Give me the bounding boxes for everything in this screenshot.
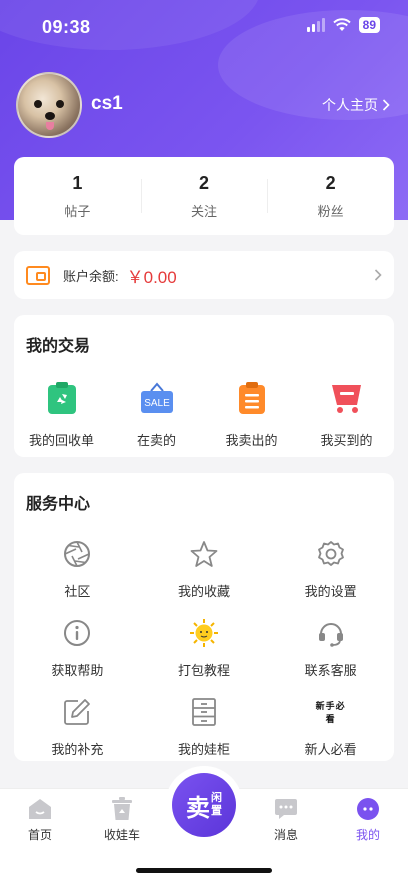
personal-homepage-link[interactable]: 个人主页 <box>322 95 390 115</box>
service-item-label: 获取帮助 <box>51 663 104 678</box>
stat-label: 帖子 <box>64 203 91 219</box>
headset-icon <box>316 618 346 648</box>
service-item-label: 联系客服 <box>304 663 357 678</box>
trade-item-label: 我买到的 <box>320 433 373 448</box>
stat-followers[interactable]: 2 粉丝 <box>267 173 394 220</box>
service-item-label: 我的娃柜 <box>177 742 230 757</box>
sell-button-wrapper: 卖 闲 置 <box>165 766 243 844</box>
trade-item-on-sale[interactable]: SALE 在卖的 <box>109 381 204 449</box>
sell-button-sub-bottom: 置 <box>211 805 222 817</box>
stat-label: 关注 <box>191 203 218 219</box>
stat-value: 1 <box>72 172 83 193</box>
service-item-label: 新人必看 <box>304 742 357 757</box>
account-balance-row[interactable]: 账户余额: ￥0.00 <box>14 251 394 299</box>
status-time: 09:38 <box>42 17 91 37</box>
tab-home[interactable]: 首页 <box>10 797 70 843</box>
service-center-section: 服务中心 社区 我的收藏 我的设置 获取帮助 打包教程 联系客服 我的补充 我的… <box>14 473 394 761</box>
stat-following[interactable]: 2 关注 <box>140 172 268 220</box>
chevron-right-icon <box>382 99 390 111</box>
avatar-eye <box>56 100 64 108</box>
newbie-script-text: 新手必看 <box>315 702 346 725</box>
battery-indicator: 89 <box>358 17 380 33</box>
wallet-icon <box>26 265 50 285</box>
avatar-nose <box>45 112 55 120</box>
trade-item-label: 我卖出的 <box>225 433 278 448</box>
newbie-script-icon: 新手必看 <box>316 697 346 727</box>
service-item-label: 我的补充 <box>51 742 104 757</box>
tab-label: 收娃车 <box>103 828 140 842</box>
clipboard-list-icon <box>238 382 265 414</box>
status-icons: 89 <box>306 17 380 33</box>
service-item-supplement[interactable]: 我的补充 <box>14 697 141 758</box>
sell-idle-button[interactable]: 卖 闲 置 <box>172 773 236 837</box>
service-item-packing-tutorial[interactable]: 打包教程 <box>141 618 268 679</box>
stat-value: 2 <box>325 172 336 193</box>
sun-face-icon <box>189 618 219 648</box>
service-item-favorites[interactable]: 我的收藏 <box>141 539 268 600</box>
tab-label: 首页 <box>27 828 52 842</box>
section-title: 我的交易 <box>26 338 91 355</box>
recycle-bin-icon <box>109 797 135 821</box>
tab-messages[interactable]: 消息 <box>256 797 316 843</box>
sale-sign-icon: SALE <box>140 382 173 413</box>
star-icon <box>189 539 219 569</box>
aperture-icon <box>62 539 92 569</box>
tab-label: 我的 <box>355 828 380 842</box>
chevron-right-icon <box>374 269 382 281</box>
service-item-newbie-guide[interactable]: 新手必看 新人必看 <box>267 697 394 758</box>
info-icon <box>62 618 92 648</box>
balance-value: ￥0.00 <box>126 267 177 287</box>
service-item-doll-cabinet[interactable]: 我的娃柜 <box>141 697 268 758</box>
trade-item-sold[interactable]: 我卖出的 <box>204 381 299 449</box>
section-title: 服务中心 <box>26 496 91 513</box>
sell-button-sub-text: 闲 置 <box>211 792 222 818</box>
trade-item-recycle-orders[interactable]: 我的回收单 <box>14 381 109 449</box>
trade-item-label: 我的回收单 <box>28 433 94 448</box>
service-item-label: 打包教程 <box>177 663 230 678</box>
tab-mine[interactable]: 我的 <box>338 797 398 843</box>
cabinet-icon <box>189 697 219 727</box>
recycle-clipboard-icon <box>47 382 76 414</box>
edit-icon <box>62 697 92 727</box>
home-icon <box>27 797 53 821</box>
trade-items: 我的回收单 SALE 在卖的 我卖出的 我买到的 <box>14 381 394 449</box>
service-item-help[interactable]: 获取帮助 <box>14 618 141 679</box>
balance-label: 账户余额: <box>63 268 119 284</box>
tab-recycle-cart[interactable]: 收娃车 <box>92 797 152 843</box>
service-item-label: 我的收藏 <box>177 584 230 599</box>
avatar-tongue <box>46 122 54 130</box>
message-icon <box>273 797 299 821</box>
service-item-label: 社区 <box>64 584 91 599</box>
service-item-label: 我的设置 <box>304 584 357 599</box>
personal-homepage-label: 个人主页 <box>322 97 378 113</box>
trade-item-bought[interactable]: 我买到的 <box>299 381 394 449</box>
wifi-icon <box>332 18 351 31</box>
tab-label: 消息 <box>273 828 298 842</box>
username: cs1 <box>91 93 123 114</box>
service-item-customer-service[interactable]: 联系客服 <box>267 618 394 679</box>
stat-label: 粉丝 <box>317 203 344 219</box>
my-trades-section: 我的交易 我的回收单 SALE 在卖的 我卖出的 我买到的 <box>14 315 394 457</box>
stats-card: 1 帖子 2 关注 2 粉丝 <box>14 157 394 235</box>
profile-icon <box>355 797 381 821</box>
gear-icon <box>316 539 346 569</box>
avatar-eye <box>34 100 42 108</box>
sell-button-main-text: 卖 <box>186 794 210 822</box>
sale-badge-text: SALE <box>144 398 170 409</box>
shopping-cart-icon <box>331 385 361 413</box>
stat-posts[interactable]: 1 帖子 <box>14 173 141 220</box>
service-grid: 社区 我的收藏 我的设置 获取帮助 打包教程 联系客服 我的补充 我的娃柜 新手… <box>14 539 394 758</box>
status-bar: 09:38 89 <box>0 0 408 50</box>
service-item-settings[interactable]: 我的设置 <box>267 539 394 600</box>
avatar[interactable] <box>16 72 82 138</box>
cellular-signal-icon <box>306 18 325 32</box>
trade-item-label: 在卖的 <box>136 433 176 448</box>
home-indicator <box>136 868 272 873</box>
profile-header: cs1 个人主页 <box>16 70 392 140</box>
service-item-community[interactable]: 社区 <box>14 539 141 600</box>
sell-button-sub-top: 闲 <box>211 792 222 804</box>
stat-value: 2 <box>199 172 210 193</box>
